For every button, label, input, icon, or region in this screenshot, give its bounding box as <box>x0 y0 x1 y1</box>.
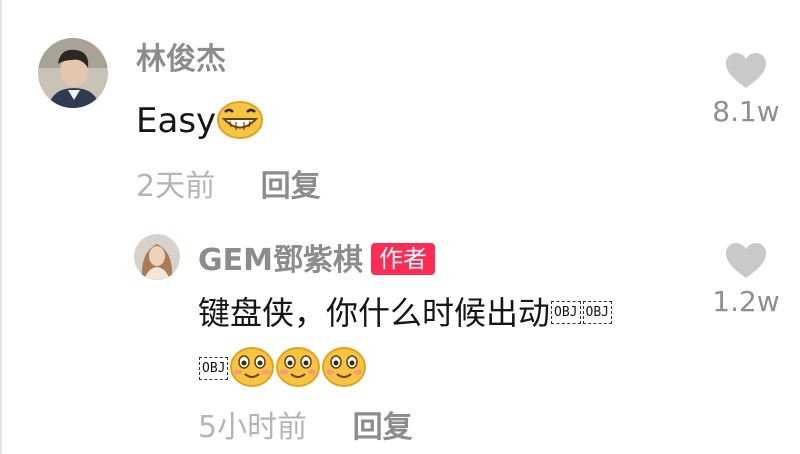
comment-body: Easy <box>136 101 217 141</box>
comment-text: Easy <box>136 100 264 146</box>
reply-button[interactable]: 回复 <box>261 169 321 204</box>
like-count: 8.1w <box>712 95 780 128</box>
comment-time: 2天前 <box>136 169 216 204</box>
like-button[interactable]: 8.1w <box>706 52 786 126</box>
left-border <box>0 0 2 454</box>
obj-placeholder: OBJ <box>582 301 612 324</box>
username-text: GEM鄧紫棋 <box>198 243 363 278</box>
grinning-face-emoji <box>216 100 264 146</box>
author-badge: 作者 <box>370 243 435 275</box>
heart-icon[interactable] <box>725 52 767 90</box>
like-button[interactable]: 1.2w <box>706 242 786 316</box>
reply-button[interactable]: 回复 <box>353 410 413 445</box>
comment-meta: 2天前 回复 <box>136 172 321 202</box>
smiling-face-emoji <box>229 346 275 393</box>
comment-text-line2: OBJ <box>198 346 367 393</box>
comment-body: 键盘侠，你什么时候出动 <box>198 294 551 332</box>
avatar[interactable] <box>38 38 108 108</box>
comment-text: 键盘侠，你什么时候出动 OBJ OBJ <box>198 297 613 329</box>
obj-placeholder: OBJ <box>551 301 581 324</box>
avatar[interactable] <box>134 234 180 280</box>
username[interactable]: GEM鄧紫棋 作者 <box>198 243 435 276</box>
heart-icon[interactable] <box>725 242 767 280</box>
username[interactable]: 林俊杰 <box>136 45 226 75</box>
obj-placeholder: OBJ <box>199 357 229 380</box>
smiling-face-emoji <box>321 346 367 393</box>
like-count: 1.2w <box>712 285 780 318</box>
smiling-face-emoji <box>275 346 321 393</box>
comment-time: 5小时前 <box>198 410 308 445</box>
comment-meta: 5小时前 回复 <box>198 413 413 443</box>
